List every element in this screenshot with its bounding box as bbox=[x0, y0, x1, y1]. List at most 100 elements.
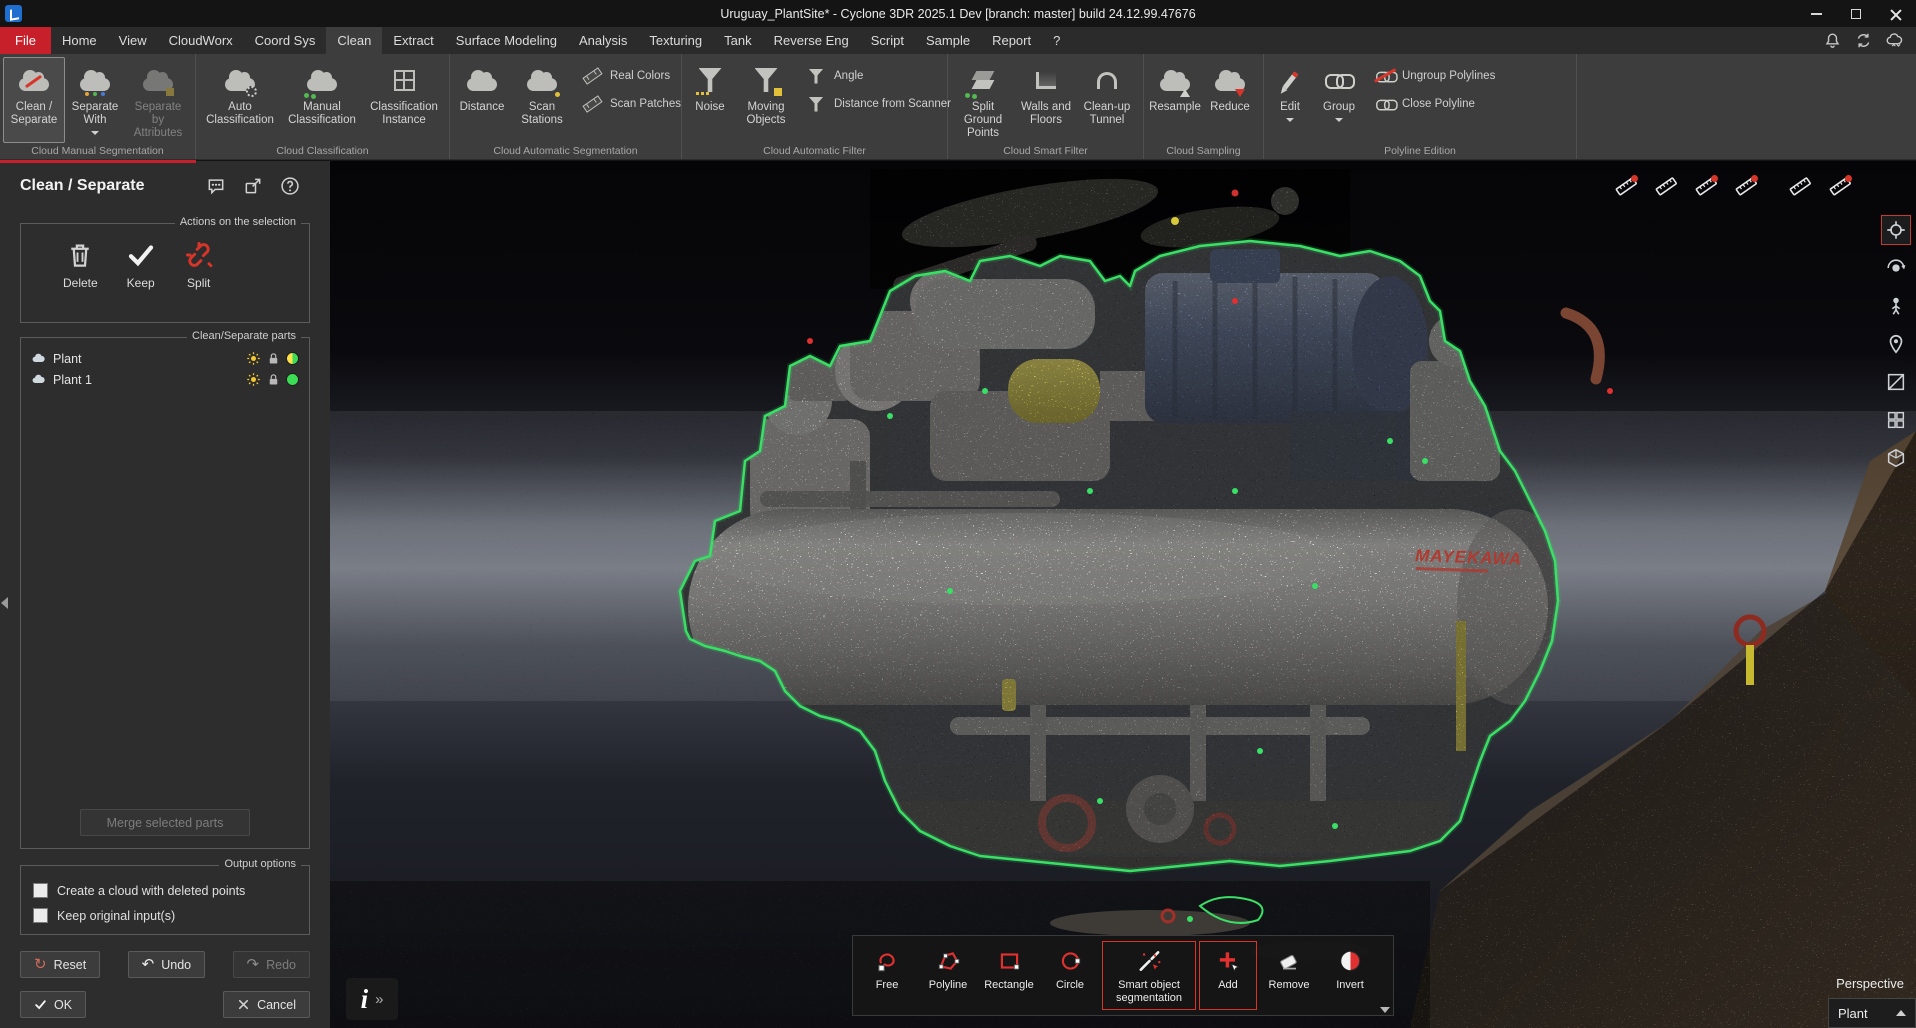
checkbox-unchecked[interactable] bbox=[33, 908, 48, 923]
redo-button[interactable]: Redo bbox=[233, 951, 310, 978]
scan-stations-button[interactable]: Scan Stations bbox=[511, 57, 573, 143]
distance-button[interactable]: Distance bbox=[453, 57, 511, 143]
menu-tank[interactable]: Tank bbox=[713, 27, 762, 54]
menu-sample[interactable]: Sample bbox=[915, 27, 981, 54]
part-color-indicator[interactable] bbox=[286, 352, 299, 365]
create-cloud-deleted-points-checkbox-row[interactable]: Create a cloud with deleted points bbox=[25, 878, 305, 903]
expand-more-icon[interactable]: » bbox=[375, 991, 383, 1008]
measure-clear-button[interactable] bbox=[1729, 171, 1762, 201]
split-button[interactable]: Split bbox=[184, 240, 214, 290]
measure-angle-button[interactable] bbox=[1823, 171, 1856, 201]
viewport-3d[interactable]: MAYEKAWA bbox=[330, 161, 1916, 1028]
classification-instance-button[interactable]: Classification Instance bbox=[363, 57, 445, 143]
nav-views-button[interactable] bbox=[1881, 405, 1911, 435]
menu-help[interactable]: ? bbox=[1042, 27, 1071, 54]
projection-mode-label[interactable]: Perspective bbox=[1836, 976, 1904, 991]
polyline-selection-button[interactable]: Polyline bbox=[919, 941, 977, 1010]
separate-by-attributes-button[interactable]: Separate by Attributes bbox=[125, 57, 191, 143]
point-cloud-scene[interactable]: MAYEKAWA bbox=[330, 161, 1916, 1028]
part-row-plant[interactable]: Plant bbox=[25, 348, 305, 369]
active-object-dropdown[interactable]: Plant bbox=[1828, 998, 1916, 1028]
app-icon[interactable] bbox=[5, 5, 22, 22]
distance-from-scanner-button[interactable]: Distance from Scanner bbox=[805, 95, 951, 113]
delete-button[interactable]: Delete bbox=[63, 240, 98, 290]
free-selection-button[interactable]: Free bbox=[858, 941, 916, 1010]
merge-selected-parts-button[interactable]: Merge selected parts bbox=[80, 809, 250, 836]
maximize-button[interactable] bbox=[1836, 0, 1876, 27]
remove-from-selection-button[interactable]: Remove bbox=[1260, 941, 1318, 1010]
minimize-button[interactable] bbox=[1796, 0, 1836, 27]
menu-cloudworx[interactable]: CloudWorx bbox=[158, 27, 244, 54]
toolbar-expand-chevron-icon[interactable] bbox=[1380, 1007, 1390, 1013]
ungroup-polylines-button[interactable]: Ungroup Polylines bbox=[1373, 67, 1495, 85]
nav-iso-button[interactable] bbox=[1881, 443, 1911, 473]
close-polyline-button[interactable]: Close Polyline bbox=[1373, 95, 1495, 113]
checkbox-unchecked[interactable] bbox=[33, 883, 48, 898]
part-row-plant-1[interactable]: Plant 1 bbox=[25, 369, 305, 390]
panel-collapse-handle[interactable] bbox=[1, 591, 12, 615]
reset-button[interactable]: Reset bbox=[20, 951, 100, 978]
close-button[interactable] bbox=[1876, 0, 1916, 27]
noise-button[interactable]: Noise bbox=[685, 57, 735, 143]
clean-separate-button[interactable]: Clean / Separate bbox=[3, 57, 65, 143]
visibility-sun-icon[interactable] bbox=[246, 351, 261, 366]
help-button[interactable] bbox=[280, 174, 304, 198]
invert-selection-button[interactable]: Invert bbox=[1321, 941, 1379, 1010]
real-colors-button[interactable]: Real Colors bbox=[581, 67, 681, 85]
nav-orbit-button[interactable] bbox=[1881, 253, 1911, 283]
undo-button[interactable]: Undo bbox=[128, 951, 205, 978]
measure-surface-button[interactable] bbox=[1783, 171, 1816, 201]
smart-object-segmentation-button[interactable]: Smart object segmentation bbox=[1102, 941, 1196, 1010]
info-button[interactable]: i » bbox=[346, 978, 398, 1020]
menu-texturing[interactable]: Texturing bbox=[638, 27, 713, 54]
auto-classification-button[interactable]: Auto Classification bbox=[199, 57, 281, 143]
reduce-button[interactable]: Reduce bbox=[1203, 57, 1257, 143]
measure-distance-button[interactable] bbox=[1649, 171, 1682, 201]
menu-surface-modeling[interactable]: Surface Modeling bbox=[445, 27, 568, 54]
keep-button[interactable]: Keep bbox=[126, 240, 156, 290]
plus-icon bbox=[1215, 948, 1242, 974]
measure-annotate-button[interactable] bbox=[1689, 171, 1722, 201]
scan-patches-button[interactable]: Scan Patches bbox=[581, 95, 681, 113]
separate-with-button[interactable]: Separate With bbox=[65, 57, 125, 143]
keep-original-inputs-checkbox-row[interactable]: Keep original input(s) bbox=[25, 903, 305, 928]
split-ground-points-button[interactable]: Split Ground Points bbox=[951, 57, 1015, 143]
angle-button[interactable]: Angle bbox=[805, 67, 951, 85]
walls-and-floors-button[interactable]: Walls and Floors bbox=[1015, 57, 1077, 143]
notification-bell-icon[interactable] bbox=[1823, 31, 1842, 50]
menu-report[interactable]: Report bbox=[981, 27, 1042, 54]
menu-coord-sys[interactable]: Coord Sys bbox=[244, 27, 327, 54]
visibility-sun-icon[interactable] bbox=[246, 372, 261, 387]
nav-section-button[interactable] bbox=[1881, 367, 1911, 397]
part-color-indicator[interactable] bbox=[286, 373, 299, 386]
manual-classification-button[interactable]: Manual Classification bbox=[281, 57, 363, 143]
cancel-button[interactable]: Cancel bbox=[223, 991, 310, 1018]
ok-button[interactable]: OK bbox=[20, 991, 86, 1018]
resample-button[interactable]: Resample bbox=[1147, 57, 1203, 143]
nav-locate-button[interactable] bbox=[1881, 329, 1911, 359]
measure-point-button[interactable] bbox=[1609, 171, 1642, 201]
menu-reverse-eng[interactable]: Reverse Eng bbox=[763, 27, 860, 54]
menu-view[interactable]: View bbox=[108, 27, 158, 54]
export-button[interactable] bbox=[243, 174, 267, 198]
moving-objects-button[interactable]: Moving Objects bbox=[735, 57, 797, 143]
add-to-selection-button[interactable]: Add bbox=[1199, 941, 1257, 1010]
rectangle-selection-button[interactable]: Rectangle bbox=[980, 941, 1038, 1010]
menu-analysis[interactable]: Analysis bbox=[568, 27, 638, 54]
menu-file[interactable]: File bbox=[0, 27, 51, 54]
sync-icon[interactable] bbox=[1854, 31, 1873, 50]
nav-pan-button[interactable] bbox=[1881, 215, 1911, 245]
lock-icon[interactable] bbox=[266, 372, 281, 387]
group-polyline-button[interactable]: Group bbox=[1313, 57, 1365, 143]
menu-home[interactable]: Home bbox=[51, 27, 108, 54]
cloud-status-icon[interactable] bbox=[1885, 31, 1904, 50]
circle-selection-button[interactable]: Circle bbox=[1041, 941, 1099, 1010]
menu-script[interactable]: Script bbox=[860, 27, 915, 54]
menu-extract[interactable]: Extract bbox=[382, 27, 444, 54]
menu-clean[interactable]: Clean bbox=[326, 27, 382, 54]
comments-button[interactable] bbox=[206, 174, 230, 198]
clean-up-tunnel-button[interactable]: Clean-up Tunnel bbox=[1077, 57, 1137, 143]
nav-walkthrough-button[interactable] bbox=[1881, 291, 1911, 321]
lock-icon[interactable] bbox=[266, 351, 281, 366]
edit-polyline-button[interactable]: Edit bbox=[1267, 57, 1313, 143]
